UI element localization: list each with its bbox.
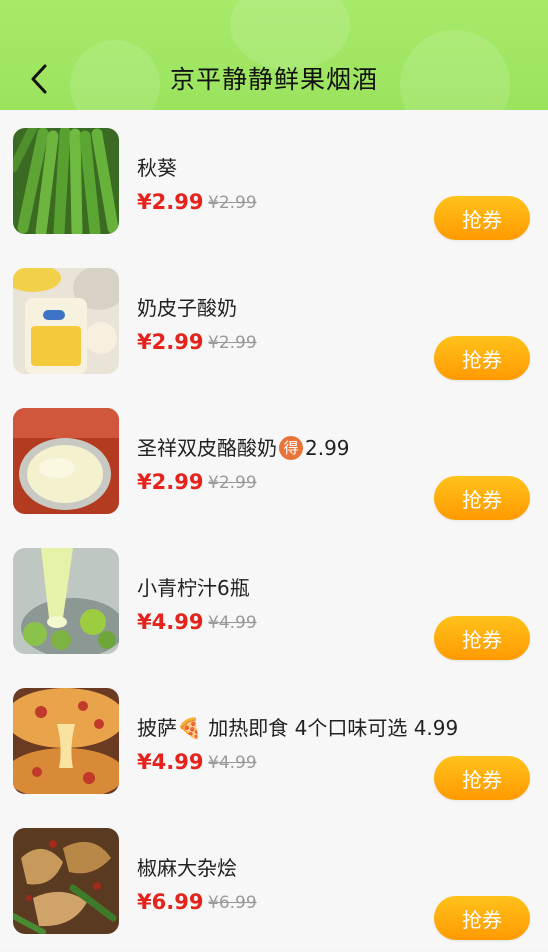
product-name: 奶皮子酸奶: [137, 296, 237, 320]
cheese-yogurt-image: [13, 408, 119, 514]
product-original-price: ¥2.99: [208, 473, 257, 493]
product-item[interactable]: 秋葵 ¥2.99 ¥2.99 抢券: [0, 110, 548, 250]
spicy-mix-image: [13, 828, 119, 934]
yogurt-cup-image: [13, 268, 119, 374]
product-name: 小青柠汁6瓶: [137, 576, 250, 600]
header-bar: 京平静静鲜果烟酒: [0, 0, 548, 110]
grab-coupon-button[interactable]: 抢券: [434, 476, 530, 520]
product-item[interactable]: 奶皮子酸奶 ¥2.99 ¥2.99 抢券: [0, 250, 548, 390]
product-name: 秋葵: [137, 156, 177, 180]
pizza-image: [13, 688, 119, 794]
okra-image: [13, 128, 119, 234]
grab-coupon-button[interactable]: 抢券: [434, 756, 530, 800]
product-price: ¥2.99: [137, 470, 204, 494]
lime-juice-image: [13, 548, 119, 654]
product-price: ¥4.99: [137, 610, 204, 634]
product-original-price: ¥2.99: [208, 333, 257, 353]
product-name: 披萨🍕 加热即食 4个口味可选 4.99: [137, 716, 459, 740]
product-price: ¥6.99: [137, 890, 204, 914]
grab-coupon-button[interactable]: 抢券: [434, 896, 530, 940]
grab-coupon-button[interactable]: 抢券: [434, 196, 530, 240]
gift-badge-icon: 得: [279, 436, 303, 460]
grab-coupon-button[interactable]: 抢券: [434, 336, 530, 380]
product-name: 椒麻大杂烩: [137, 856, 237, 880]
product-price: ¥2.99: [137, 190, 204, 214]
product-list: 秋葵 ¥2.99 ¥2.99 抢券 奶皮子酸奶 ¥2.99 ¥2.99 抢券 圣…: [0, 110, 548, 950]
product-price: ¥2.99: [137, 330, 204, 354]
product-original-price: ¥6.99: [208, 893, 257, 913]
product-original-price: ¥4.99: [208, 753, 257, 773]
product-item[interactable]: 小青柠汁6瓶 ¥4.99 ¥4.99 抢券: [0, 530, 548, 670]
product-original-price: ¥4.99: [208, 613, 257, 633]
page-title: 京平静静鲜果烟酒: [169, 65, 378, 94]
product-item[interactable]: 披萨🍕 加热即食 4个口味可选 4.99 ¥4.99 ¥4.99 抢券: [0, 670, 548, 810]
product-item[interactable]: 圣祥双皮酪酸奶得 2.99 ¥2.99 ¥2.99 抢券: [0, 390, 548, 530]
grab-coupon-button[interactable]: 抢券: [434, 616, 530, 660]
product-original-price: ¥2.99: [208, 193, 257, 213]
product-item[interactable]: 椒麻大杂烩 ¥6.99 ¥6.99 抢券: [0, 810, 548, 950]
product-price: ¥4.99: [137, 750, 204, 774]
product-name: 圣祥双皮酪酸奶得 2.99: [137, 436, 350, 460]
